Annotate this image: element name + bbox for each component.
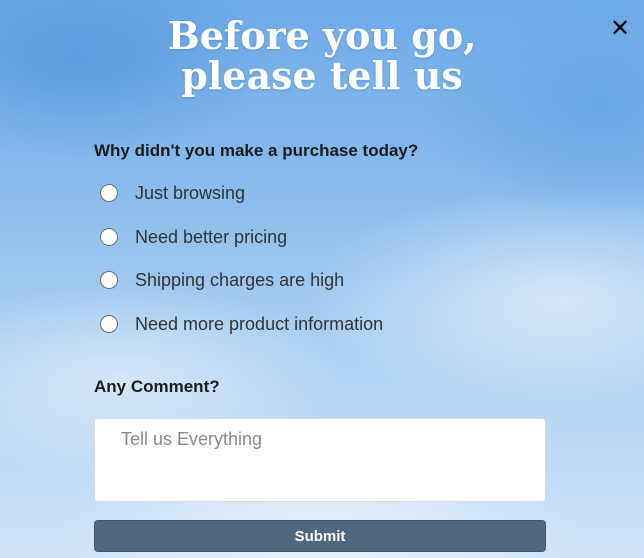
survey-question: Why didn't you make a purchase today? [94, 141, 419, 160]
option-label: Just browsing [135, 182, 246, 203]
radio-button[interactable] [100, 315, 118, 333]
option-label: Shipping charges are high [135, 269, 345, 290]
comment-field[interactable] [94, 418, 546, 502]
option-shipping-charges[interactable]: Shipping charges are high [100, 268, 344, 292]
submit-button[interactable]: Submit [94, 520, 546, 552]
option-just-browsing[interactable]: Just browsing [100, 181, 245, 205]
title-line-1: Before you go, [167, 13, 477, 58]
option-label: Need better pricing [135, 226, 288, 247]
close-icon[interactable]: ✕ [604, 12, 636, 44]
radio-button[interactable] [100, 228, 118, 246]
option-label: Need more product information [135, 313, 384, 334]
option-product-info[interactable]: Need more product information [100, 312, 383, 336]
title-line-2: please tell us [181, 53, 463, 98]
radio-button[interactable] [100, 271, 118, 289]
comment-label: Any Comment? [94, 377, 220, 396]
popup-title: Before you go, please tell us [60, 16, 584, 96]
radio-button[interactable] [100, 184, 118, 202]
option-better-pricing[interactable]: Need better pricing [100, 225, 287, 249]
exit-survey-popup: ✕ Before you go, please tell us Why didn… [0, 0, 644, 558]
